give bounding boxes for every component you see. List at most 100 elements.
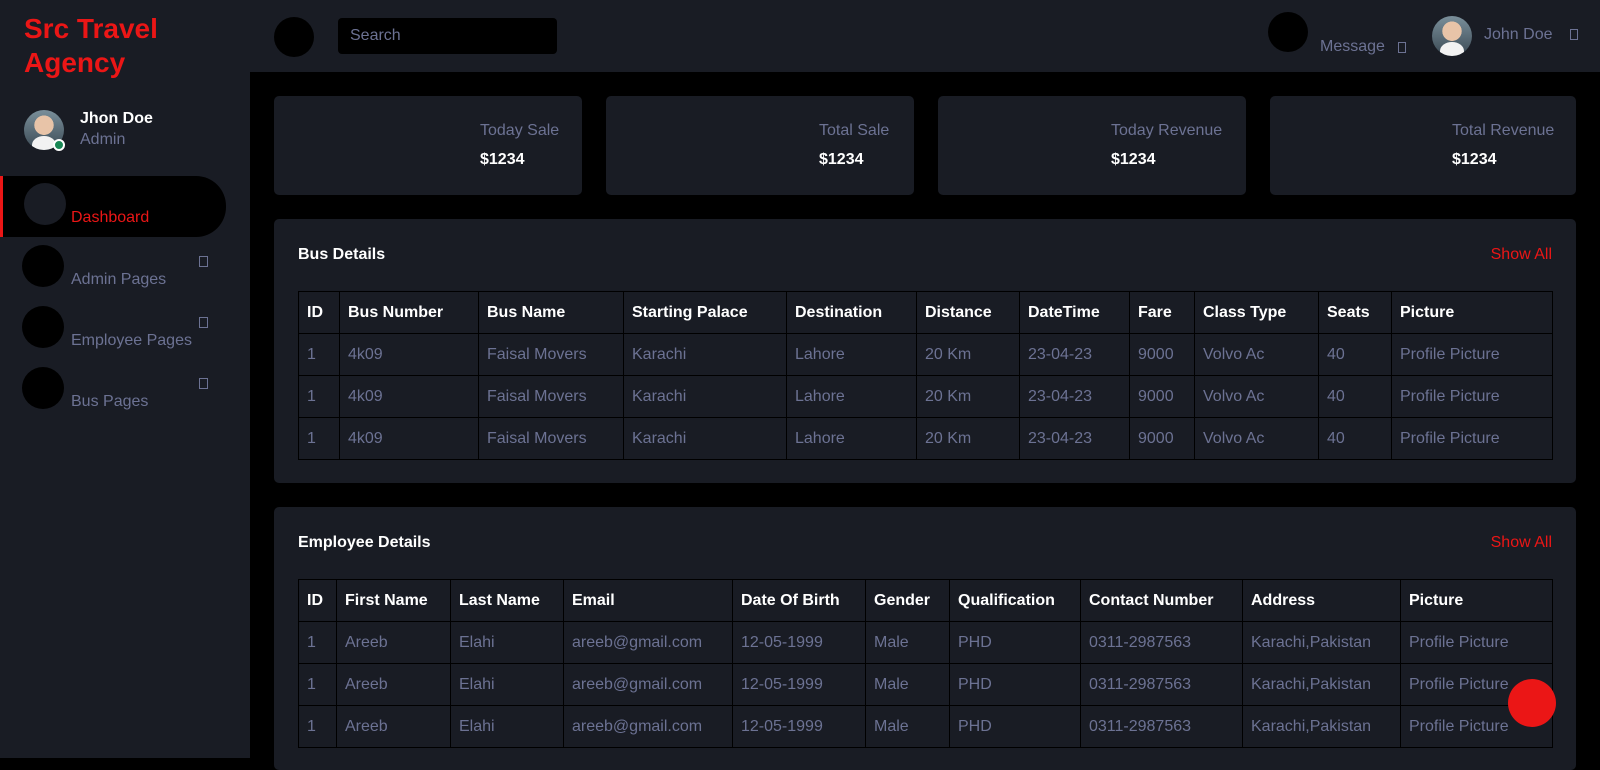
brand-logo[interactable]: Src Travel Agency: [24, 12, 234, 80]
table-cell: 23-04-23: [1019, 375, 1130, 418]
table-cell: 12-05-1999: [732, 705, 866, 748]
table-row: 1 4k09 Faisal Movers Karachi Lahore 20 K…: [298, 417, 1553, 460]
table-cell: Elahi: [450, 663, 564, 706]
table-cell: Karachi: [623, 333, 787, 376]
table-cell: 0311-2987563: [1080, 705, 1243, 748]
table-cell: 1: [298, 663, 337, 706]
sidebar-item-label: Admin Pages: [71, 271, 167, 288]
table-cell: Lahore: [786, 417, 917, 460]
bus-details-panel: Bus Details Show All ID Bus Number Bus N…: [274, 219, 1576, 483]
sidebar-user-name: Jhon Doe: [80, 110, 153, 127]
table-cell: Volvo Ac: [1194, 333, 1319, 376]
table-cell: Karachi,Pakistan: [1242, 663, 1401, 706]
bus-icon: [22, 367, 64, 409]
table-cell: 40: [1318, 333, 1392, 376]
table-cell: PHD: [949, 705, 1081, 748]
show-all-employee-link[interactable]: Show All: [1491, 534, 1552, 552]
column-header: Class Type: [1194, 291, 1319, 334]
table-cell: 4k09: [339, 375, 479, 418]
sidebar-user-role: Admin: [80, 131, 126, 148]
broken-image-alt: Profile Picture: [1400, 621, 1553, 664]
employee-details-panel: Employee Details Show All ID First Name …: [274, 507, 1576, 770]
topbar: Message John Doe: [250, 0, 1600, 72]
sidebar-item-employee-pages[interactable]: Employee Pages: [0, 299, 226, 360]
bus-table: ID Bus Number Bus Name Starting Palace D…: [298, 291, 1553, 460]
dropdown-caret-icon: [199, 378, 208, 389]
sidebar-item-label: Employee Pages: [71, 332, 192, 349]
column-header: Starting Palace: [623, 291, 787, 334]
stat-value: $1234: [819, 151, 864, 168]
sidebar-item-bus-pages[interactable]: Bus Pages: [0, 360, 226, 421]
message-dropdown[interactable]: Message: [1320, 38, 1385, 56]
column-header: Last Name: [450, 579, 564, 622]
table-row: 1 Areeb Elahi areeb@gmail.com 12-05-1999…: [298, 705, 1553, 748]
column-header: Bus Name: [478, 291, 624, 334]
topbar-avatar[interactable]: [1432, 16, 1472, 56]
table-cell: Male: [865, 705, 950, 748]
message-caret-icon[interactable]: [1398, 42, 1406, 53]
column-header: Distance: [916, 291, 1020, 334]
table-cell: Karachi,Pakistan: [1242, 621, 1401, 664]
table-cell: 1: [298, 705, 337, 748]
column-header: Gender: [865, 579, 950, 622]
stat-card-total-revenue: Total Revenue $1234: [1270, 96, 1576, 195]
sidebar-toggle-icon[interactable]: [274, 17, 314, 57]
table-cell: Areeb: [336, 621, 451, 664]
table-cell: Elahi: [450, 705, 564, 748]
table-cell: Areeb: [336, 663, 451, 706]
column-header: DateTime: [1019, 291, 1130, 334]
column-header: Qualification: [949, 579, 1081, 622]
table-cell: 1: [298, 333, 340, 376]
table-header-row: ID First Name Last Name Email Date Of Bi…: [298, 579, 1553, 622]
table-cell: Elahi: [450, 621, 564, 664]
table-row: 1 4k09 Faisal Movers Karachi Lahore 20 K…: [298, 375, 1553, 418]
table-cell: Faisal Movers: [478, 333, 624, 376]
table-cell: 9000: [1129, 417, 1195, 460]
user-dropdown[interactable]: John Doe: [1484, 26, 1553, 44]
message-icon[interactable]: [1268, 12, 1308, 52]
panel-title: Employee Details: [298, 534, 431, 551]
stat-value: $1234: [1111, 151, 1156, 168]
table-cell: 20 Km: [916, 333, 1020, 376]
broken-image-alt: Profile Picture: [1391, 375, 1553, 418]
table-cell: Volvo Ac: [1194, 417, 1319, 460]
table-cell: 12-05-1999: [732, 621, 866, 664]
table-cell: 1: [298, 621, 337, 664]
column-header: Fare: [1129, 291, 1195, 334]
stat-value: $1234: [480, 151, 525, 168]
column-header: Bus Number: [339, 291, 479, 334]
table-cell: Karachi: [623, 417, 787, 460]
table-cell: areeb@gmail.com: [563, 663, 733, 706]
column-header: ID: [298, 579, 337, 622]
table-cell: 12-05-1999: [732, 663, 866, 706]
search-input[interactable]: [338, 18, 557, 54]
table-cell: 40: [1318, 375, 1392, 418]
stat-label: Total Revenue: [1452, 122, 1555, 139]
table-cell: 1: [298, 375, 340, 418]
table-cell: 23-04-23: [1019, 333, 1130, 376]
stat-value: $1234: [1452, 151, 1497, 168]
table-cell: 4k09: [339, 417, 479, 460]
table-cell: Male: [865, 663, 950, 706]
column-header: First Name: [336, 579, 451, 622]
table-cell: 40: [1318, 417, 1392, 460]
column-header: ID: [298, 291, 340, 334]
column-header: Address: [1242, 579, 1401, 622]
table-cell: Faisal Movers: [478, 375, 624, 418]
stat-label: Today Sale: [480, 122, 560, 139]
admin-icon: [22, 245, 64, 287]
column-header: Email: [563, 579, 733, 622]
sidebar-item-admin-pages[interactable]: Admin Pages: [0, 238, 226, 299]
sidebar-item-label: Dashboard: [71, 209, 150, 226]
employee-table: ID First Name Last Name Email Date Of Bi…: [298, 579, 1553, 748]
column-header: Contact Number: [1080, 579, 1243, 622]
table-cell: 0311-2987563: [1080, 621, 1243, 664]
table-cell: areeb@gmail.com: [563, 705, 733, 748]
user-caret-icon[interactable]: [1570, 29, 1578, 40]
stat-card-today-revenue: Today Revenue $1234: [938, 96, 1246, 195]
broken-image-alt: Profile Picture: [1391, 417, 1553, 460]
back-to-top-button[interactable]: [1508, 679, 1556, 727]
table-cell: 20 Km: [916, 375, 1020, 418]
show-all-bus-link[interactable]: Show All: [1491, 246, 1552, 264]
sidebar-item-dashboard[interactable]: Dashboard: [0, 176, 226, 237]
